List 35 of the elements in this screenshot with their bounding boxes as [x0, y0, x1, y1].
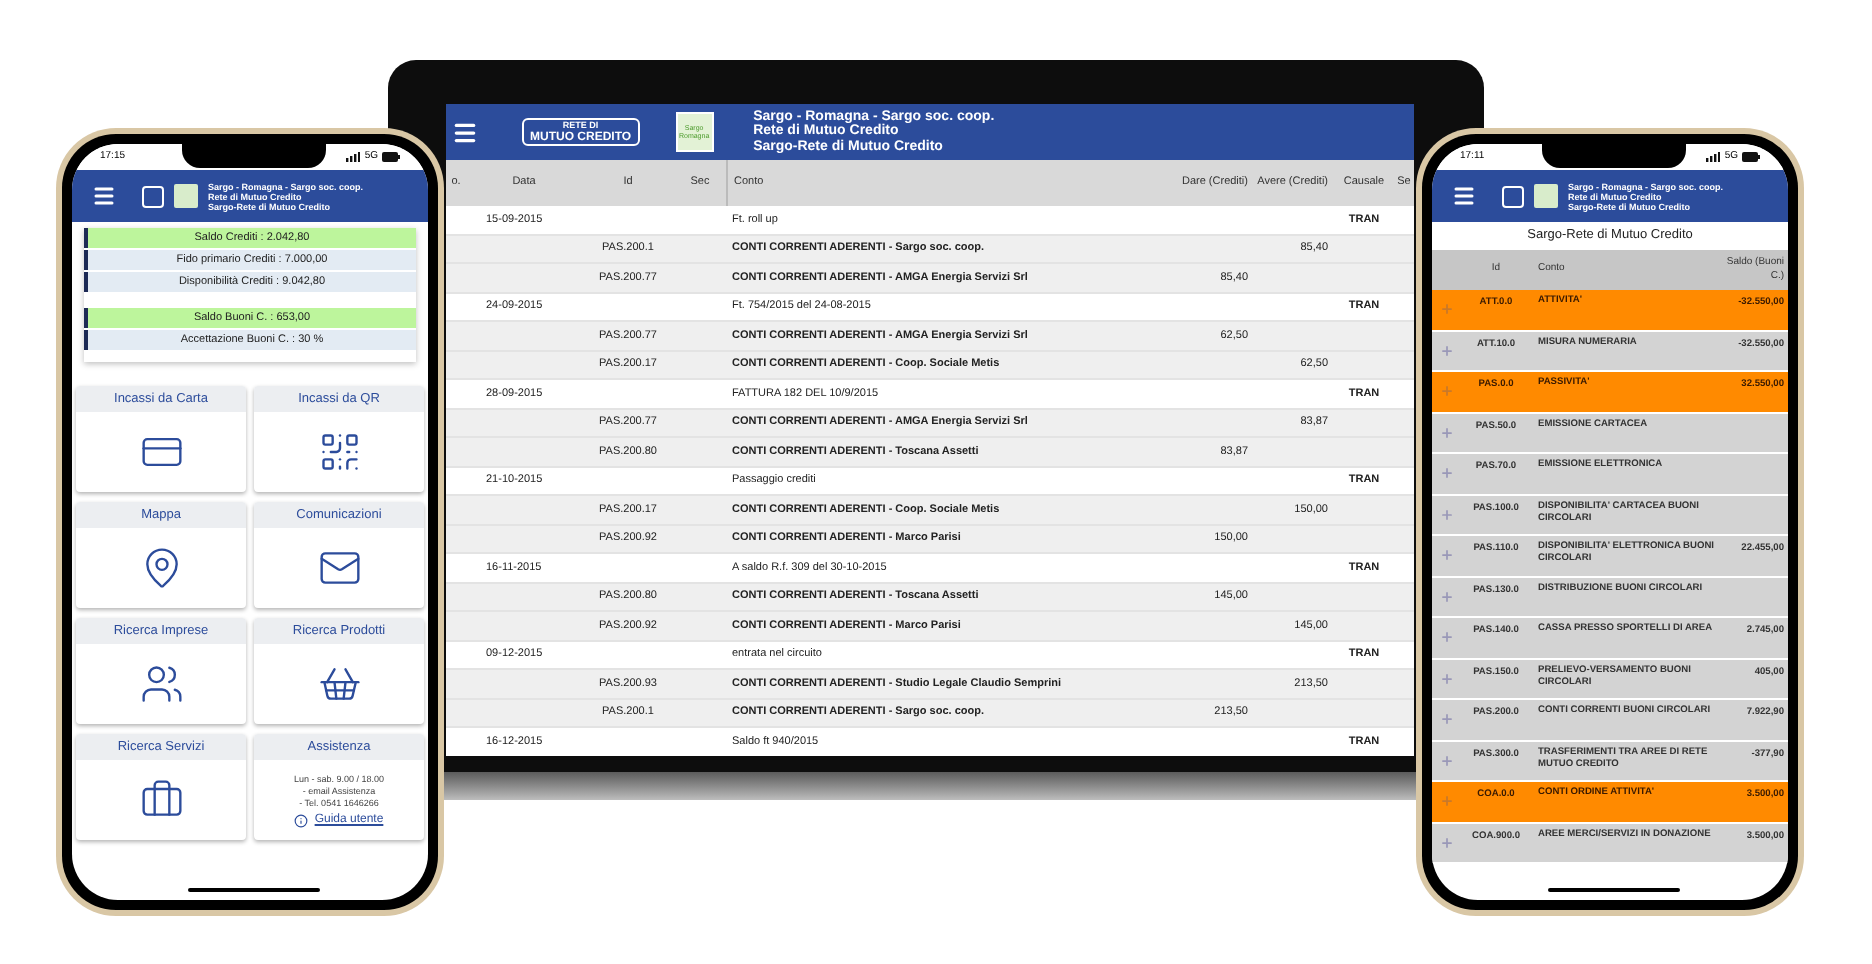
phone-notch [1542, 144, 1686, 168]
people-icon [139, 662, 183, 706]
logo-icon [174, 184, 198, 208]
battery-icon [382, 152, 400, 162]
logo-icon [1502, 185, 1524, 207]
qr-code-icon [317, 430, 361, 474]
expand-icon[interactable] [1439, 794, 1453, 809]
home-indicator [188, 888, 320, 892]
expand-icon[interactable] [1439, 343, 1453, 358]
signal-icon [346, 152, 361, 162]
expand-icon[interactable] [1439, 466, 1453, 481]
phone-notch [182, 144, 326, 168]
expand-icon[interactable] [1439, 835, 1453, 850]
logo-icon [1534, 184, 1558, 208]
expand-icon[interactable] [1439, 589, 1453, 604]
expand-icon[interactable] [1439, 753, 1453, 768]
expand-icon[interactable] [1439, 507, 1453, 522]
menu-icon[interactable] [92, 184, 116, 208]
signal-icon [1706, 152, 1721, 162]
expand-icon[interactable] [1439, 548, 1453, 563]
basket-icon [317, 662, 361, 706]
info-icon [294, 813, 309, 827]
home-indicator [1548, 888, 1680, 892]
menu-icon[interactable] [452, 119, 478, 145]
envelope-icon [317, 546, 361, 590]
expand-icon[interactable] [1439, 302, 1453, 317]
menu-icon[interactable] [1452, 184, 1476, 208]
expand-icon[interactable] [1439, 630, 1453, 645]
expand-icon[interactable] [1439, 712, 1453, 727]
expand-icon[interactable] [1439, 425, 1453, 440]
briefcase-icon [139, 778, 183, 822]
battery-icon [1742, 152, 1760, 162]
expand-icon[interactable] [1439, 671, 1453, 686]
expand-icon[interactable] [1439, 384, 1453, 399]
logo-icon [142, 185, 164, 207]
